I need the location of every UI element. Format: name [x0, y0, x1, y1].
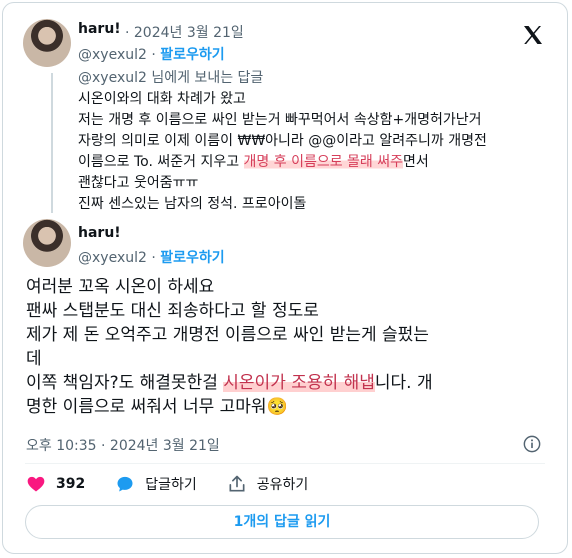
text-line: 데 — [26, 349, 42, 369]
heart-icon — [27, 476, 45, 492]
divider — [25, 463, 545, 464]
text-line: 이쪽 책임자?도 해결못한걸 시온이가 조용히 해냅니다. 개 — [26, 371, 546, 395]
avatar[interactable] — [23, 19, 71, 67]
text-segment: 니다. 개 — [374, 373, 433, 393]
author-handle: @xyexul2 · 팔로우하기 — [78, 44, 225, 64]
info-icon[interactable] — [523, 435, 541, 453]
text-line: 여러분 꼬옥 시온이 하세요 — [26, 277, 215, 297]
separator-dot: · — [151, 47, 161, 63]
like-count: 392 — [56, 476, 86, 492]
text-line: 제가 제 돈 오억주고 개명전 이름으로 싸인 받는게 슬펐는 — [26, 325, 429, 345]
action-bar: 392 답글하기 공유하기 — [26, 473, 338, 495]
read-replies-button[interactable]: 1개의 답글 읽기 — [25, 505, 539, 539]
share-icon — [229, 475, 245, 492]
highlighted-text: 시온이가 조용히 해냅 — [223, 373, 375, 393]
reply-button[interactable]: 답글하기 — [115, 474, 197, 494]
reply-bubble-icon — [117, 476, 133, 492]
reply-to-label: @xyexul2 님에게 보내는 답글 — [78, 70, 264, 86]
x-logo-icon[interactable] — [521, 23, 545, 47]
reply-label: 답글하기 — [145, 477, 197, 493]
handle-text[interactable]: @xyexul2 — [78, 47, 147, 63]
follow-button[interactable]: 팔로우하기 — [160, 250, 224, 266]
text-line: 팬싸 스탭분도 대신 죄송하다고 할 정도로 — [26, 301, 319, 321]
text-line: 명한 이름으로 써줘서 너무 고마워🥺 — [26, 397, 288, 417]
handle-text[interactable]: @xyexul2 — [78, 250, 147, 266]
like-button[interactable]: 392 — [26, 474, 85, 494]
avatar[interactable] — [23, 219, 71, 267]
text-line: 괜찮다고 웃어줌ㅠㅠ — [78, 175, 199, 191]
highlighted-text: 개명 후 이름으로 몰래 써주 — [243, 154, 404, 170]
text-line: 이름으로 To. 써준거 지우고 개명 후 이름으로 몰래 써주면서 — [78, 152, 558, 173]
author-name[interactable]: haru! — [78, 225, 121, 241]
quoted-post-text: 시온이와의 대화 차례가 왔고 저는 개명 후 이름으로 싸인 받는거 빠꾸먹어… — [78, 89, 558, 215]
separator-dot: · — [151, 250, 161, 266]
text-line: 진짜 센스있는 남자의 정석. 프로아이돌 — [78, 196, 307, 212]
tweet-card: haru! · 2024년 3월 21일 @xyexul2 · 팔로우하기 @x… — [2, 2, 568, 554]
share-button[interactable]: 공유하기 — [227, 474, 309, 494]
post-text: 여러분 꼬옥 시온이 하세요 팬싸 스탭분도 대신 죄송하다고 할 정도로 제가… — [26, 275, 546, 419]
share-label: 공유하기 — [256, 477, 309, 493]
text-line: 저는 개명 후 이름으로 싸인 받는거 빠꾸먹어서 속상함+개명허가난거 — [78, 112, 482, 128]
thread-line — [51, 73, 53, 213]
author-handle: @xyexul2 · 팔로우하기 — [78, 247, 225, 267]
text-segment: 이쪽 책임자?도 해결못한걸 — [26, 373, 224, 393]
follow-button[interactable]: 팔로우하기 — [160, 47, 224, 63]
text-line: 자랑의 의미로 이제 이름이 ₩₩아니라 @@이라고 알려주니까 개명전 — [78, 133, 487, 149]
post-date[interactable]: · 2024년 3월 21일 — [125, 22, 244, 42]
text-line: 시온이와의 대화 차례가 왔고 — [78, 91, 246, 107]
author-name[interactable]: haru! — [78, 21, 121, 37]
text-segment: 면서 — [403, 154, 429, 170]
text-segment: 이름으로 To. 써준거 지우고 — [78, 154, 244, 170]
post-timestamp[interactable]: 오후 10:35 · 2024년 3월 21일 — [26, 435, 220, 455]
